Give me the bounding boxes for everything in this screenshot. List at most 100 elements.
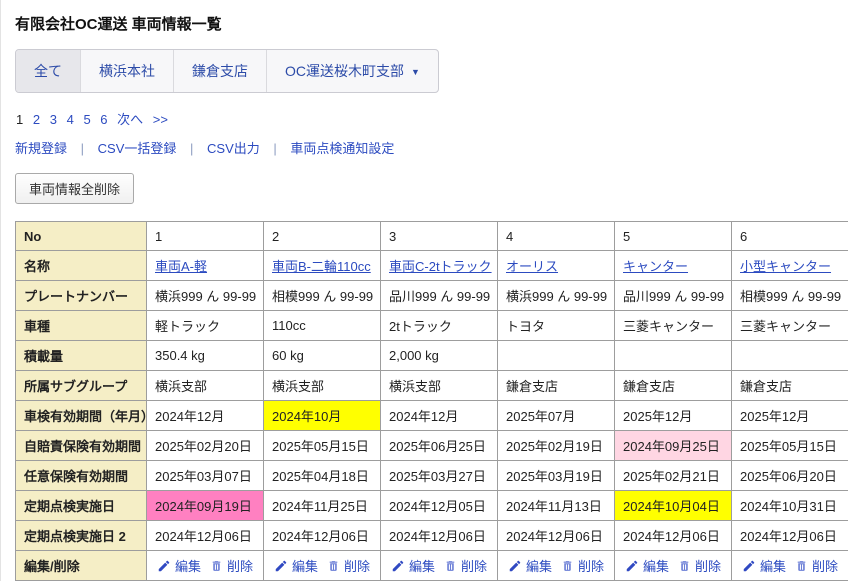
table-cell bbox=[615, 341, 732, 371]
action-links: 新規登録 | CSV一括登録 | CSV出力 | 車両点検通知設定 bbox=[15, 138, 848, 157]
delete-link[interactable]: 削除 bbox=[695, 556, 721, 575]
table-cell: キャンター bbox=[615, 251, 732, 281]
tab-yokohama-honsha[interactable]: 横浜本社 bbox=[81, 50, 174, 92]
table-cell: 2025年12月 bbox=[732, 401, 848, 431]
tab-all[interactable]: 全て bbox=[16, 50, 81, 92]
table-cell: トヨタ bbox=[498, 311, 615, 341]
table-cell: 2024年12月06日 bbox=[264, 521, 381, 551]
pagination-page-link[interactable]: 5 bbox=[83, 112, 90, 127]
table-cell: 品川999 ん 99-99 bbox=[381, 281, 498, 311]
pagination-last-link[interactable]: >> bbox=[153, 112, 168, 127]
vehicle-name-link[interactable]: キャンター bbox=[623, 259, 688, 274]
table-cell: 350.4 kg bbox=[147, 341, 264, 371]
row-header: 所属サブグループ bbox=[16, 371, 147, 401]
table-cell: 車両C-2tトラック bbox=[381, 251, 498, 281]
table-cell bbox=[498, 341, 615, 371]
vehicle-info-table: No123456名称車両A-軽車両B-二輪110cc車両C-2tトラックオーリス… bbox=[15, 221, 848, 581]
edit-link[interactable]: 編集 bbox=[760, 556, 786, 575]
edit-pencil-icon bbox=[508, 559, 522, 573]
tab-kamakura-shiten[interactable]: 鎌倉支店 bbox=[174, 50, 267, 92]
table-cell: オーリス bbox=[498, 251, 615, 281]
table-cell: 編集 削除 bbox=[615, 551, 732, 581]
table-cell: 2024年12月05日 bbox=[381, 491, 498, 521]
table-cell: 2025年03月19日 bbox=[498, 461, 615, 491]
tab-all-label: 全て bbox=[34, 63, 62, 79]
table-cell: 2025年03月07日 bbox=[147, 461, 264, 491]
table-cell: 車両B-二輪110cc bbox=[264, 251, 381, 281]
table-cell: 4 bbox=[498, 222, 615, 251]
delete-link[interactable]: 削除 bbox=[344, 556, 370, 575]
table-cell: 2025年02月19日 bbox=[498, 431, 615, 461]
table-cell: 2025年05月15日 bbox=[264, 431, 381, 461]
edit-link[interactable]: 編集 bbox=[292, 556, 318, 575]
table-cell: 2024年12月 bbox=[381, 401, 498, 431]
csv-bulk-register-link[interactable]: CSV一括登録 bbox=[98, 141, 177, 156]
table-cell: 2025年03月27日 bbox=[381, 461, 498, 491]
table-cell: 2tトラック bbox=[381, 311, 498, 341]
table-cell: 横浜999 ん 99-99 bbox=[498, 281, 615, 311]
row-header: 車種 bbox=[16, 311, 147, 341]
row-header: プレートナンバー bbox=[16, 281, 147, 311]
edit-link[interactable]: 編集 bbox=[526, 556, 552, 575]
edit-link[interactable]: 編集 bbox=[409, 556, 435, 575]
vehicle-name-link[interactable]: 車両C-2tトラック bbox=[389, 259, 492, 274]
table-cell: 1 bbox=[147, 222, 264, 251]
vehicle-name-link[interactable]: 車両A-軽 bbox=[155, 259, 207, 274]
row-header: 定期点検実施日 2 bbox=[16, 521, 147, 551]
table-cell: 2024年10月04日 bbox=[615, 491, 732, 521]
table-row: 積載量350.4 kg60 kg2,000 kg bbox=[16, 341, 848, 371]
trash-icon bbox=[561, 559, 574, 573]
table-cell: 鎌倉支店 bbox=[615, 371, 732, 401]
row-header: No bbox=[16, 222, 147, 251]
pagination-page-link[interactable]: 4 bbox=[67, 112, 74, 127]
table-cell: 相模999 ん 99-99 bbox=[732, 281, 848, 311]
vehicle-name-link[interactable]: 車両B-二輪110cc bbox=[272, 259, 371, 274]
table-cell: 小型キャンター bbox=[732, 251, 848, 281]
vehicle-name-link[interactable]: オーリス bbox=[506, 259, 558, 274]
trash-icon bbox=[678, 559, 691, 573]
table-cell: 2024年10月31日 bbox=[732, 491, 848, 521]
delete-link[interactable]: 削除 bbox=[578, 556, 604, 575]
table-row: 任意保険有効期間2025年03月07日2025年04月18日2025年03月27… bbox=[16, 461, 848, 491]
table-cell: 横浜999 ん 99-99 bbox=[147, 281, 264, 311]
table-cell: 編集 削除 bbox=[264, 551, 381, 581]
table-row: 車種軽トラック110cc2tトラックトヨタ三菱キャンター三菱キャンター bbox=[16, 311, 848, 341]
pagination-page-link[interactable]: 3 bbox=[50, 112, 57, 127]
new-registration-link[interactable]: 新規登録 bbox=[15, 141, 67, 156]
vehicle-name-link[interactable]: 小型キャンター bbox=[740, 259, 831, 274]
inspection-notification-settings-link[interactable]: 車両点検通知設定 bbox=[290, 141, 394, 156]
tab-sakuragicho-shibu[interactable]: OC運送桜木町支部▼ bbox=[267, 50, 438, 92]
table-cell: 相模999 ん 99-99 bbox=[264, 281, 381, 311]
table-row: No123456 bbox=[16, 222, 848, 251]
page-container: 有限会社OC運送 車両情報一覧 全て 横浜本社 鎌倉支店 OC運送桜木町支部▼ … bbox=[0, 0, 848, 581]
pagination-page-link[interactable]: 2 bbox=[33, 112, 40, 127]
edit-link[interactable]: 編集 bbox=[175, 556, 201, 575]
table-cell: 2024年12月06日 bbox=[732, 521, 848, 551]
row-actions: 編集 削除 bbox=[740, 556, 840, 575]
table-cell: 2024年12月06日 bbox=[615, 521, 732, 551]
table-cell: 2024年12月06日 bbox=[381, 521, 498, 551]
link-separator: | bbox=[190, 141, 193, 156]
pagination-page-link[interactable]: 6 bbox=[100, 112, 107, 127]
delete-all-vehicles-button[interactable]: 車両情報全削除 bbox=[15, 173, 134, 204]
row-actions: 編集 削除 bbox=[155, 556, 255, 575]
chevron-down-icon: ▼ bbox=[411, 67, 420, 77]
pagination-next-link[interactable]: 次へ bbox=[117, 112, 143, 127]
table-row: 名称車両A-軽車両B-二輪110cc車両C-2tトラックオーリスキャンター小型キ… bbox=[16, 251, 848, 281]
edit-pencil-icon bbox=[274, 559, 288, 573]
table-cell: 三菱キャンター bbox=[615, 311, 732, 341]
table-cell: 110cc bbox=[264, 311, 381, 341]
table-row: 自賠責保険有効期間2025年02月20日2025年05月15日2025年06月2… bbox=[16, 431, 848, 461]
row-actions: 編集 削除 bbox=[272, 556, 372, 575]
csv-export-link[interactable]: CSV出力 bbox=[207, 141, 260, 156]
delete-link[interactable]: 削除 bbox=[461, 556, 487, 575]
table-cell: 2024年12月06日 bbox=[498, 521, 615, 551]
row-header: 定期点検実施日 bbox=[16, 491, 147, 521]
table-cell: 2025年02月20日 bbox=[147, 431, 264, 461]
delete-link[interactable]: 削除 bbox=[812, 556, 838, 575]
table-cell bbox=[732, 341, 848, 371]
table-cell: 鎌倉支店 bbox=[732, 371, 848, 401]
table-cell: 三菱キャンター bbox=[732, 311, 848, 341]
edit-link[interactable]: 編集 bbox=[643, 556, 669, 575]
delete-link[interactable]: 削除 bbox=[227, 556, 253, 575]
